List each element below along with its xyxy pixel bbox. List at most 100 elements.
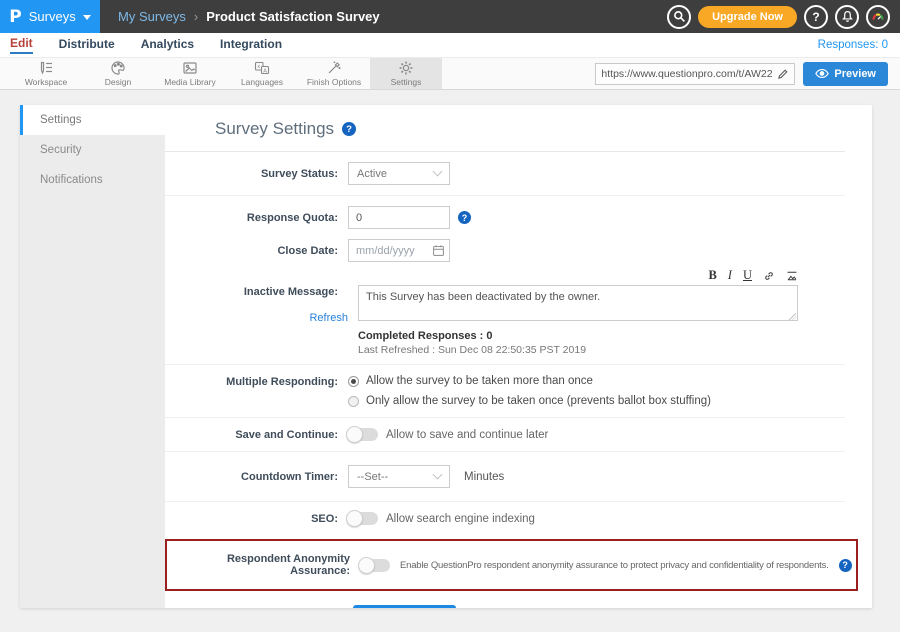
svg-text:x: x bbox=[257, 64, 260, 70]
anonymity-label: Respondent Anonymity Assurance: bbox=[167, 553, 360, 577]
save-changes-button[interactable]: Save Changes bbox=[353, 605, 456, 608]
sidebar-item-notifications[interactable]: Notifications bbox=[20, 165, 165, 195]
survey-status-label: Survey Status: bbox=[165, 168, 348, 180]
response-quota-input[interactable] bbox=[348, 206, 450, 229]
survey-toolbar: Workspace Design Media Library x A Langu… bbox=[0, 57, 900, 90]
toolbar-item-label: Languages bbox=[241, 77, 283, 87]
tab-analytics[interactable]: Analytics bbox=[141, 37, 194, 53]
anonymity-help-icon[interactable]: ? bbox=[839, 559, 852, 572]
toolbar-item-languages[interactable]: x A Languages bbox=[226, 58, 298, 89]
workspace-icon bbox=[38, 60, 54, 76]
seo-label: SEO: bbox=[165, 513, 348, 525]
settings-main: Survey Settings ? Survey Status: Active … bbox=[165, 105, 872, 608]
chevron-down-icon bbox=[433, 470, 443, 480]
textarea-resize-handle[interactable] bbox=[789, 313, 796, 320]
refresh-link[interactable]: Refresh bbox=[165, 312, 358, 324]
image-icon[interactable] bbox=[786, 270, 798, 282]
anonymity-toggle[interactable] bbox=[360, 559, 390, 572]
toolbar-item-settings[interactable]: Settings bbox=[370, 58, 442, 89]
surveys-menu[interactable]: P Surveys bbox=[0, 0, 100, 33]
survey-status-value: Active bbox=[357, 168, 387, 180]
sidebar-item-settings[interactable]: Settings bbox=[20, 105, 165, 135]
radio-option-single-only[interactable]: Only allow the survey to be taken once (… bbox=[348, 395, 711, 407]
multiple-responding-label: Multiple Responding: bbox=[165, 375, 348, 388]
tab-distribute[interactable]: Distribute bbox=[59, 37, 115, 53]
radio-option-multiple-allowed[interactable]: Allow the survey to be taken more than o… bbox=[348, 375, 711, 387]
tab-integration[interactable]: Integration bbox=[220, 37, 282, 53]
survey-meter-button[interactable] bbox=[866, 5, 890, 29]
notifications-button[interactable] bbox=[835, 5, 859, 29]
toolbar-item-finish-options[interactable]: Finish Options bbox=[298, 58, 370, 89]
survey-url-input[interactable] bbox=[601, 68, 773, 80]
toolbar-item-label: Finish Options bbox=[307, 77, 361, 87]
bell-icon bbox=[841, 10, 854, 23]
radio-selected-icon bbox=[348, 376, 359, 387]
languages-icon: x A bbox=[254, 60, 270, 76]
tab-edit[interactable]: Edit bbox=[10, 36, 33, 54]
response-quota-row: Response Quota: ? bbox=[165, 196, 845, 233]
chevron-down-icon bbox=[433, 167, 443, 177]
countdown-timer-row: Countdown Timer: --Set-- Minutes bbox=[165, 452, 845, 502]
sidebar-item-security[interactable]: Security bbox=[20, 135, 165, 165]
save-and-continue-toggle[interactable] bbox=[348, 428, 378, 441]
close-date-row: Close Date: bbox=[165, 233, 845, 262]
preview-button[interactable]: Preview bbox=[803, 62, 888, 86]
toolbar-item-media-library[interactable]: Media Library bbox=[154, 58, 226, 89]
edit-nav-bar: Edit Distribute Analytics Integration Re… bbox=[0, 33, 900, 57]
close-date-label: Close Date: bbox=[165, 245, 348, 257]
eye-icon bbox=[815, 68, 829, 79]
search-icon bbox=[673, 10, 686, 23]
toolbar-item-label: Media Library bbox=[164, 77, 216, 87]
survey-settings-help-icon[interactable]: ? bbox=[342, 122, 356, 136]
completed-responses-text: Completed Responses : 0 bbox=[358, 330, 798, 342]
seo-description: Allow search engine indexing bbox=[386, 513, 535, 525]
upgrade-now-button[interactable]: Upgrade Now bbox=[698, 6, 797, 28]
inactive-message-row: Inactive Message: Refresh B I U bbox=[165, 262, 845, 365]
breadcrumb-survey-title: Product Satisfaction Survey bbox=[206, 9, 379, 24]
edit-url-icon[interactable] bbox=[777, 68, 789, 80]
seo-toggle[interactable] bbox=[348, 512, 378, 525]
link-icon[interactable] bbox=[763, 270, 775, 282]
media-library-icon bbox=[182, 60, 198, 76]
anonymity-highlight-box: Respondent Anonymity Assurance: Enable Q… bbox=[165, 539, 858, 591]
survey-status-row: Survey Status: Active bbox=[165, 152, 845, 196]
preview-button-label: Preview bbox=[834, 68, 876, 80]
responses-info: Completed Responses : 0 Last Refreshed :… bbox=[358, 330, 798, 356]
toolbar-item-label: Workspace bbox=[25, 77, 67, 87]
page-title: Survey Settings bbox=[215, 119, 334, 139]
inactive-message-textarea[interactable]: This Survey has been deactivated by the … bbox=[358, 285, 798, 321]
save-and-continue-label: Save and Continue: bbox=[165, 429, 348, 441]
inactive-message-label: Inactive Message: bbox=[165, 268, 348, 298]
settings-card: Settings Security Notifications Survey S… bbox=[20, 105, 872, 608]
italic-button[interactable]: I bbox=[728, 269, 732, 282]
save-and-continue-row: Save and Continue: Allow to save and con… bbox=[165, 418, 845, 452]
help-button[interactable]: ? bbox=[804, 5, 828, 29]
responses-count[interactable]: Responses: 0 bbox=[818, 39, 900, 51]
survey-url-box bbox=[595, 63, 795, 85]
svg-text:A: A bbox=[263, 68, 267, 74]
header-actions: Upgrade Now ? bbox=[667, 5, 900, 29]
seo-row: SEO: Allow search engine indexing bbox=[165, 502, 845, 535]
underline-button[interactable]: U bbox=[743, 269, 752, 282]
toolbar-item-design[interactable]: Design bbox=[82, 58, 154, 89]
toolbar-item-workspace[interactable]: Workspace bbox=[10, 58, 82, 89]
calendar-icon[interactable] bbox=[432, 244, 445, 257]
response-quota-label: Response Quota: bbox=[165, 212, 348, 224]
bold-button[interactable]: B bbox=[708, 269, 716, 282]
breadcrumb: My Surveys › Product Satisfaction Survey bbox=[118, 9, 380, 24]
survey-status-select[interactable]: Active bbox=[348, 162, 450, 185]
surveys-menu-label: Surveys bbox=[29, 9, 76, 24]
multiple-responding-row: Multiple Responding: Allow the survey to… bbox=[165, 365, 845, 418]
countdown-timer-value: --Set-- bbox=[357, 471, 388, 483]
toolbar-right: Preview bbox=[595, 58, 900, 89]
response-quota-help-icon[interactable]: ? bbox=[458, 211, 471, 224]
gauge-icon bbox=[871, 10, 885, 24]
chevron-down-icon bbox=[83, 15, 91, 20]
design-icon bbox=[110, 60, 126, 76]
countdown-timer-suffix: Minutes bbox=[464, 471, 504, 483]
breadcrumb-my-surveys[interactable]: My Surveys bbox=[118, 9, 186, 24]
toolbar-item-label: Design bbox=[105, 77, 131, 87]
message-editor-toolbar: B I U bbox=[358, 268, 798, 283]
search-button[interactable] bbox=[667, 5, 691, 29]
countdown-timer-select[interactable]: --Set-- bbox=[348, 465, 450, 488]
